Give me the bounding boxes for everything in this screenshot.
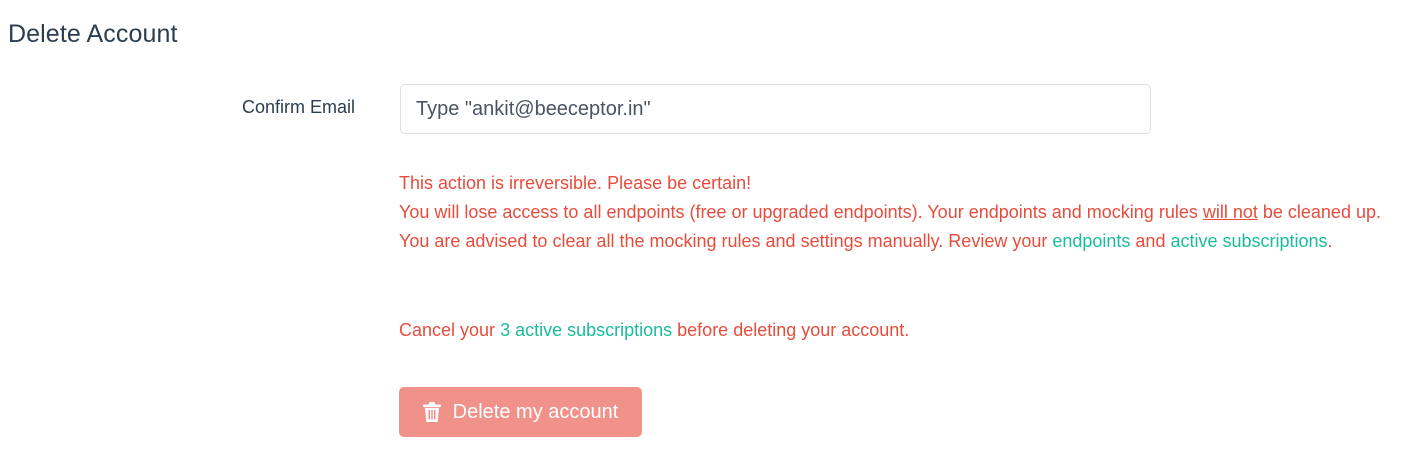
cancel-note-pre: Cancel your: [399, 320, 501, 340]
irreversible-warning: This action is irreversible. Please be c…: [399, 169, 1399, 256]
confirm-email-input[interactable]: [400, 84, 1151, 134]
trash-icon: [422, 402, 441, 422]
warning-line-1: This action is irreversible. Please be c…: [399, 173, 752, 193]
delete-account-page: Delete Account Confirm Email This action…: [0, 0, 1401, 467]
warning-and: and: [1130, 231, 1171, 251]
warning-emphasis: will not: [1202, 202, 1258, 222]
endpoints-link[interactable]: endpoints: [1052, 231, 1130, 251]
warning-period: .: [1327, 231, 1333, 251]
confirm-email-label: Confirm Email: [242, 97, 356, 117]
page-title: Delete Account: [8, 20, 178, 48]
cancel-subscriptions-note: Cancel your 3 active subscriptions befor…: [399, 316, 909, 344]
delete-account-button[interactable]: Delete my account: [399, 387, 642, 437]
cancel-note-post: before deleting your account.: [672, 320, 910, 340]
delete-button-label: Delete my account: [452, 400, 619, 423]
active-subscriptions-link[interactable]: active subscriptions: [1170, 231, 1327, 251]
warning-line-2-pre: You will lose access to all endpoints (f…: [399, 202, 1203, 222]
subscriptions-count-link[interactable]: 3 active subscriptions: [500, 320, 672, 340]
